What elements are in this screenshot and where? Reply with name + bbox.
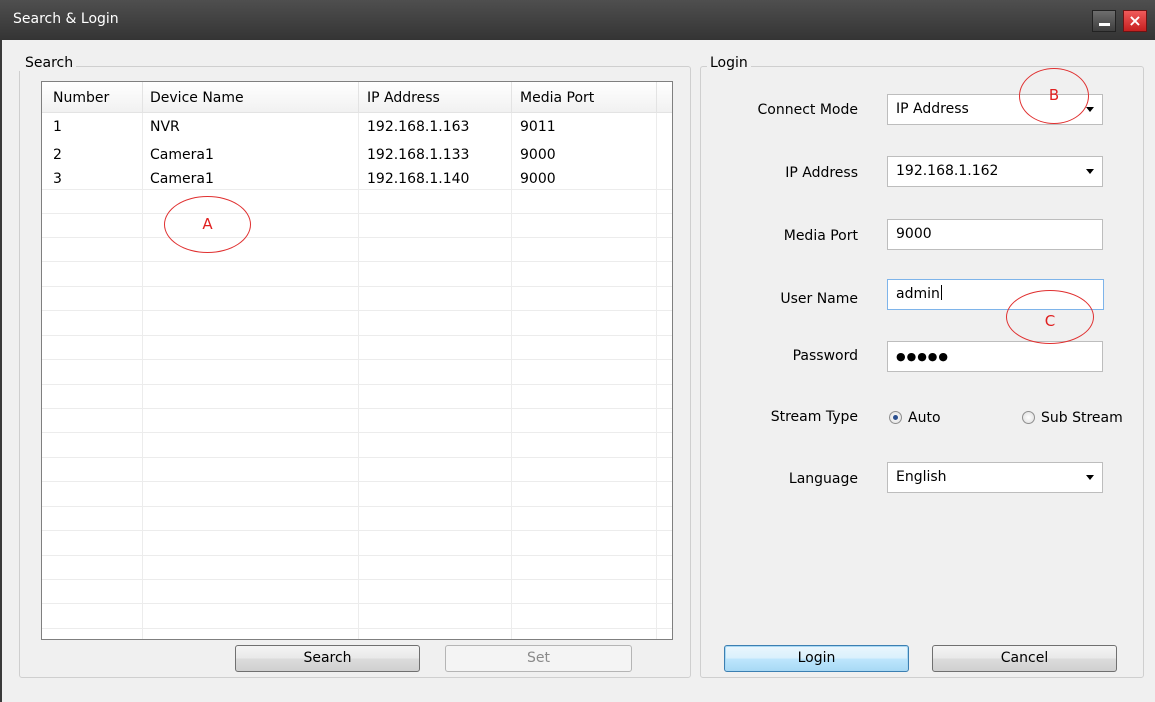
login-group-label: Login: [707, 55, 751, 71]
close-icon[interactable]: ×: [1123, 10, 1147, 32]
chevron-down-icon: [1086, 169, 1094, 174]
search-button[interactable]: Search: [235, 645, 420, 672]
column-header-media-port[interactable]: Media Port: [520, 90, 594, 106]
radio-unchecked-icon: [1022, 411, 1035, 424]
chevron-down-icon: [1086, 107, 1094, 112]
window-border: [0, 40, 8, 702]
cell-ip-address: 192.168.1.163: [367, 119, 470, 135]
cell-device-name: Camera1: [150, 147, 214, 163]
minimize-icon[interactable]: [1092, 10, 1116, 32]
column-header-device-name[interactable]: Device Name: [150, 90, 244, 106]
cell-device-name: NVR: [150, 119, 180, 135]
radio-checked-icon: [889, 411, 902, 424]
language-select[interactable]: English: [887, 462, 1103, 493]
ip-address-combobox[interactable]: 192.168.1.162: [887, 156, 1103, 187]
table-row[interactable]: 3 Camera1 192.168.1.140 9000: [42, 169, 672, 189]
stream-sub-radio[interactable]: Sub Stream: [1022, 410, 1123, 426]
media-port-value: 9000: [896, 226, 932, 242]
login-button[interactable]: Login: [724, 645, 909, 672]
table-row[interactable]: 1 NVR 192.168.1.163 9011: [42, 117, 672, 137]
search-login-window: Search & Login × Search Number Device Na…: [0, 0, 1155, 702]
column-header-ip-address[interactable]: IP Address: [367, 90, 440, 106]
cell-media-port: 9000: [520, 147, 556, 163]
cell-number: 3: [53, 171, 62, 187]
media-port-label: Media Port: [783, 228, 858, 244]
cell-ip-address: 192.168.1.140: [367, 171, 470, 187]
device-table[interactable]: Number Device Name IP Address Media Port: [41, 81, 673, 640]
user-name-label: User Name: [780, 291, 858, 307]
cell-media-port: 9011: [520, 119, 556, 135]
connect-mode-label: Connect Mode: [757, 102, 858, 118]
ip-address-value: 192.168.1.162: [896, 163, 999, 179]
set-button[interactable]: Set: [445, 645, 632, 672]
cell-number: 1: [53, 119, 62, 135]
annotation-c: C: [1006, 290, 1094, 344]
password-field[interactable]: ●●●●●: [887, 341, 1103, 372]
password-label: Password: [792, 348, 858, 364]
stream-sub-label: Sub Stream: [1041, 410, 1123, 426]
text-cursor: [940, 285, 942, 300]
cell-device-name: Camera1: [150, 171, 214, 187]
stream-auto-radio[interactable]: Auto: [889, 410, 941, 426]
search-group-label: Search: [19, 55, 77, 71]
column-header-number[interactable]: Number: [53, 90, 109, 106]
cell-number: 2: [53, 147, 62, 163]
table-row[interactable]: 2 Camera1 192.168.1.133 9000: [42, 145, 672, 165]
window-title: Search & Login: [13, 11, 119, 27]
cancel-button[interactable]: Cancel: [932, 645, 1117, 672]
stream-type-label: Stream Type: [770, 409, 858, 425]
language-label: Language: [788, 471, 858, 487]
stream-auto-label: Auto: [908, 410, 941, 426]
annotation-a: A: [164, 196, 251, 253]
annotation-b: B: [1019, 68, 1089, 124]
ip-address-label: IP Address: [785, 165, 858, 181]
cell-media-port: 9000: [520, 171, 556, 187]
media-port-field[interactable]: 9000: [887, 219, 1103, 250]
chevron-down-icon: [1086, 475, 1094, 480]
cell-ip-address: 192.168.1.133: [367, 147, 470, 163]
password-mask: ●●●●●: [896, 350, 949, 363]
language-value: English: [896, 469, 947, 485]
table-header: Number Device Name IP Address Media Port: [42, 82, 672, 113]
user-name-value: admin: [896, 286, 940, 302]
connect-mode-value: IP Address: [896, 101, 969, 117]
title-bar[interactable]: Search & Login ×: [0, 0, 1155, 40]
